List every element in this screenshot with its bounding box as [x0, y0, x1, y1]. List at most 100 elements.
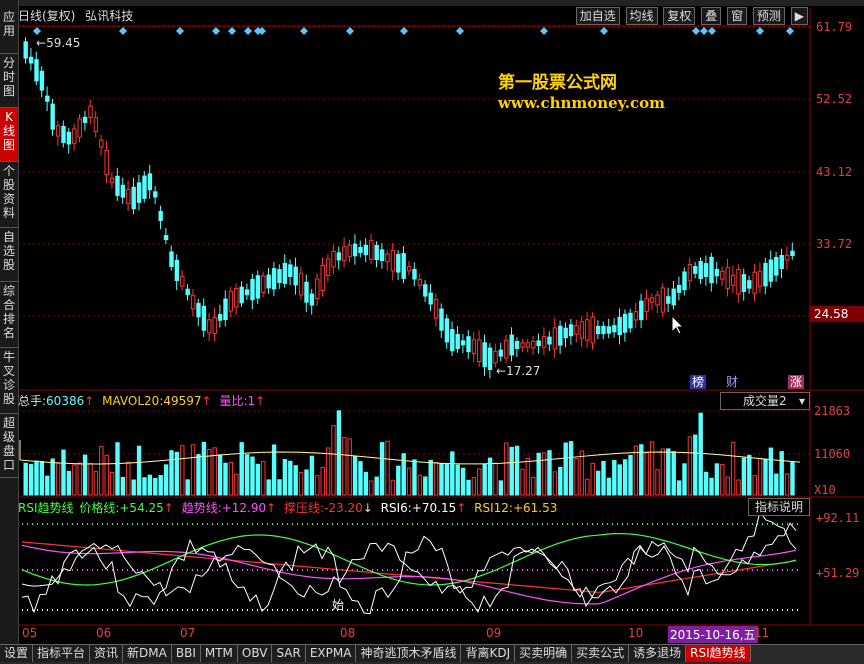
volume-bar — [66, 470, 72, 496]
indicator-tab[interactable]: RSI趋势线 — [686, 645, 751, 662]
candle-body — [315, 278, 320, 300]
volume-bar — [536, 452, 541, 496]
volume-bar — [261, 461, 266, 496]
indicator-tab[interactable]: 设置 — [0, 645, 34, 662]
up-arrow-icon: ↑ — [84, 394, 95, 408]
rsi-pressure-label: 撑压线: — [284, 501, 325, 515]
indicator-tab[interactable]: BBI — [171, 645, 201, 662]
volume-bar — [342, 437, 347, 496]
candle-body — [784, 254, 790, 261]
volume-bar — [703, 471, 709, 496]
volume-bar — [396, 465, 401, 496]
signal-bang-badge: 榜 — [690, 375, 707, 389]
volume-bar — [579, 450, 585, 496]
expand-arrow-icon[interactable]: ▶ — [790, 7, 808, 25]
volume-bar — [541, 452, 547, 496]
volume-bar — [412, 459, 417, 496]
volume-bar — [23, 462, 28, 496]
volume-bar — [147, 474, 153, 496]
volume-bar — [552, 471, 558, 496]
candle-body — [595, 325, 601, 335]
volume-bar — [401, 453, 406, 496]
volume-bar — [126, 461, 131, 496]
candle-body — [401, 253, 406, 279]
candle-body — [93, 117, 99, 133]
candle-body — [693, 266, 698, 274]
sidebar-item-6[interactable]: 牛 叉 诊 股 — [0, 348, 18, 414]
candle-body — [741, 274, 747, 292]
watermark-title: 第一股票公式网 — [498, 73, 617, 93]
candle-body — [288, 264, 293, 277]
candle-body — [541, 336, 547, 348]
sidebar-item-4[interactable]: 自 选 股 — [0, 228, 18, 282]
volume-bar — [136, 445, 142, 496]
candle-body — [396, 254, 401, 273]
kline-mode-label[interactable]: 日线(复权) — [18, 9, 75, 23]
sidebar-item-3[interactable]: 个 股 资 料 — [0, 162, 18, 228]
forecast-button[interactable]: 预测 — [752, 7, 785, 25]
indicator-tab[interactable]: EXPMA — [305, 645, 357, 662]
signal-diamond-icon — [786, 27, 794, 35]
indicator-tab[interactable]: 诱多退场 — [629, 645, 687, 662]
candle-body — [687, 264, 693, 282]
price-axis-label: 52.52 — [816, 92, 853, 106]
signal-diamond-icon — [700, 27, 708, 35]
indicator-tab[interactable]: 资讯 — [90, 645, 124, 662]
candle-body — [304, 281, 309, 303]
candle-body — [390, 249, 396, 272]
indicator-tab[interactable]: 神奇逃顶木矛盾线 — [356, 645, 462, 662]
indicator-tab[interactable]: SAR — [272, 645, 306, 662]
window-button[interactable]: 窗 — [727, 7, 748, 25]
volume-bar — [374, 476, 379, 496]
candle-body — [82, 116, 88, 123]
volume-bar — [590, 462, 595, 496]
dropdown-arrow-icon[interactable]: ▾ — [799, 393, 805, 409]
indicator-tab[interactable]: 指标平台 — [33, 645, 91, 662]
candle-body — [180, 275, 185, 287]
rsi-indicator-name[interactable]: RSI趋势线 — [18, 501, 74, 515]
indicator-help-button[interactable]: 指标说明 — [748, 498, 810, 516]
chart-canvas[interactable] — [0, 0, 864, 663]
volume-bar — [644, 452, 649, 496]
candle-body — [298, 272, 304, 296]
volume-bar — [531, 476, 536, 496]
volume-bar — [660, 448, 666, 496]
volume-total-value: 60386 — [46, 394, 85, 408]
add-watchlist-button[interactable]: 加自选 — [575, 7, 620, 25]
indicator-tab[interactable]: OBV — [237, 645, 273, 662]
candle-body — [28, 56, 34, 64]
indicator-tab[interactable]: 背离KDJ — [461, 645, 516, 662]
sidebar-item-1[interactable]: 分 时 图 — [0, 54, 18, 108]
moving-average-button[interactable]: 均线 — [625, 7, 658, 25]
candle-body — [207, 319, 212, 334]
candle-body — [509, 334, 514, 356]
sidebar-item-2[interactable]: K 线 图 — [0, 108, 18, 162]
candle-body — [531, 340, 536, 349]
mouse-cursor-icon — [671, 314, 685, 335]
volume-bar — [563, 442, 568, 496]
candle-body — [493, 350, 498, 364]
volume-bar — [379, 442, 385, 496]
indicator-tab[interactable]: 新DMA — [123, 645, 172, 662]
indicator-tab[interactable]: 买卖公式 — [572, 645, 630, 662]
signal-diamond-icon — [456, 27, 464, 35]
volume-bar — [460, 467, 466, 496]
volume-bar — [298, 472, 304, 496]
indicator-tab[interactable]: 买卖明确 — [515, 645, 573, 662]
overlay-button[interactable]: 叠 — [701, 7, 722, 25]
month-label: 07 — [180, 626, 196, 640]
adjust-price-button[interactable]: 复权 — [663, 7, 696, 25]
watermark-url: www.chnmoney.com — [498, 94, 665, 112]
rsi12-value: +61.53 — [512, 501, 558, 515]
rsi-trend-line-value: +12.90 — [221, 501, 267, 515]
indicator-tab[interactable]: MTM — [200, 645, 238, 662]
sidebar-item-5[interactable]: 综 合 排 名 — [0, 282, 18, 348]
volume-bar — [28, 464, 34, 496]
volume-indicator-select[interactable]: 成交量2 ▾ — [720, 392, 810, 410]
candle-body — [271, 268, 277, 290]
volume-bar — [601, 460, 606, 496]
candle-body — [525, 342, 531, 348]
candle-body — [55, 125, 61, 137]
sidebar-item-7[interactable]: 超 级 盘 口 — [0, 414, 18, 478]
sidebar-item-0[interactable]: 应 用 — [0, 8, 18, 54]
